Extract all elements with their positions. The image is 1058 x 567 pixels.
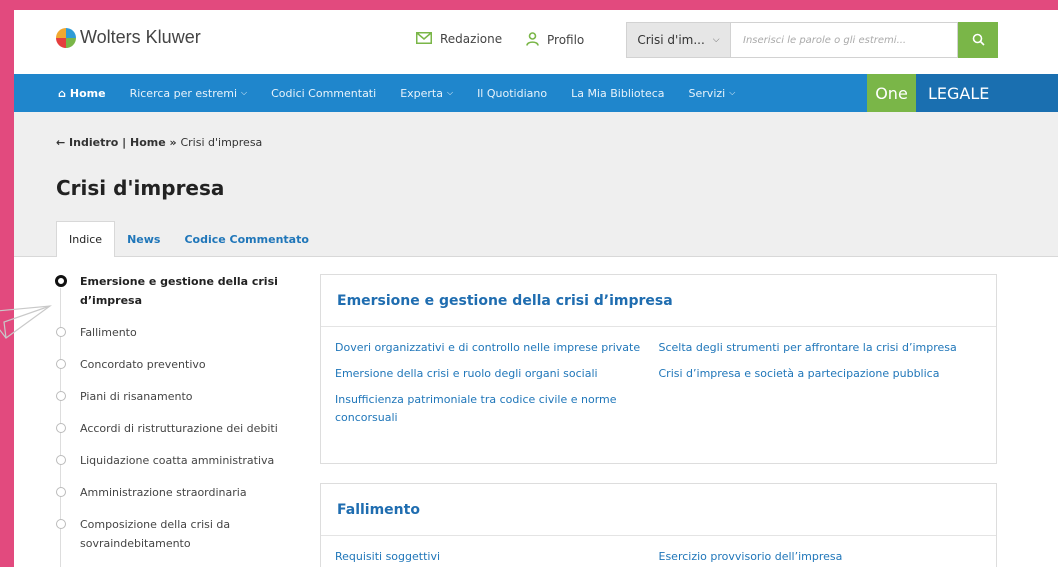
breadcrumb-current: Crisi d'impresa xyxy=(180,136,263,149)
chevron-down-icon: ⌵ xyxy=(241,88,248,97)
breadcrumb-separator: | xyxy=(118,136,131,149)
nav-item-label: Home xyxy=(69,86,106,100)
bullet-icon xyxy=(56,327,66,337)
active-bullet-icon xyxy=(55,275,67,287)
profilo-label: Profilo xyxy=(547,33,585,47)
profilo-link[interactable]: Profilo xyxy=(526,32,584,48)
tab-bar: Indice News Codice Commentato xyxy=(56,221,321,257)
chevron-down-icon: ⌵ xyxy=(712,35,720,45)
index-item-amministrazione[interactable]: Amministrazione straordinaria xyxy=(52,483,292,502)
search-scope-value: Crisi d'im... xyxy=(637,33,705,47)
brand-one[interactable]: One xyxy=(867,74,916,112)
nav-item-label: Codici Commentati xyxy=(271,86,377,100)
page-header-banner: ← Indietro | Home » Crisi d'impresa Cris… xyxy=(14,112,1058,257)
nav-item-biblioteca[interactable]: La Mia Biblioteca xyxy=(571,87,664,100)
index-item-emersione[interactable]: Emersione e gestione della crisi d’impre… xyxy=(52,272,292,310)
index-item-label: Amministrazione straordinaria xyxy=(80,486,247,499)
index-item-piani[interactable]: Piani di risanamento xyxy=(52,387,292,406)
section-title[interactable]: Emersione e gestione della crisi d’impre… xyxy=(321,275,996,327)
topic-link[interactable]: Requisiti soggettivi xyxy=(335,548,649,566)
logo[interactable]: Wolters Kluwer xyxy=(56,27,201,48)
index-item-label: Emersione e gestione della crisi d’impre… xyxy=(80,275,278,307)
nav-item-label: Experta xyxy=(400,86,443,100)
redazione-label: Redazione xyxy=(440,32,503,46)
index-item-label: Liquidazione coatta amministrativa xyxy=(80,454,275,467)
envelope-icon xyxy=(416,32,432,46)
bullet-icon xyxy=(56,391,66,401)
bullet-icon xyxy=(56,423,66,433)
tab-news[interactable]: News xyxy=(115,221,172,257)
nav-item-label: Il Quotidiano xyxy=(477,86,548,100)
index-item-label: Concordato preventivo xyxy=(80,358,206,371)
nav-item-experta[interactable]: Experta ⌵ xyxy=(400,87,453,100)
bullet-icon xyxy=(56,455,66,465)
chevron-down-icon: ⌵ xyxy=(729,88,736,97)
topic-link[interactable]: Scelta degli strumenti per affrontare la… xyxy=(659,339,973,357)
topic-link[interactable]: Emersione della crisi e ruolo degli orga… xyxy=(335,365,649,383)
index-item-label: Piani di risanamento xyxy=(80,390,193,403)
home-icon: ⌂ xyxy=(58,86,66,100)
nav-item-label: Ricerca per estremi xyxy=(129,86,238,100)
nav-item-servizi[interactable]: Servizi ⌵ xyxy=(689,87,736,100)
nav-item-quotidiano[interactable]: Il Quotidiano xyxy=(477,87,547,100)
section-card-fallimento: Fallimento Requisiti soggettivi Esercizi… xyxy=(320,483,997,567)
section-card-emersione: Emersione e gestione della crisi d’impre… xyxy=(320,274,997,464)
back-link[interactable]: ← Indietro xyxy=(56,136,118,149)
section-column-left: Doveri organizzativi e di controllo nell… xyxy=(335,339,659,435)
section-title[interactable]: Fallimento xyxy=(321,484,996,536)
nav-item-codici[interactable]: Codici Commentati xyxy=(271,87,376,100)
nav-item-home[interactable]: ⌂ Home xyxy=(58,87,106,100)
nav-item-label: La Mia Biblioteca xyxy=(571,86,665,100)
search-input[interactable] xyxy=(731,22,958,58)
index-item-label: Accordi di ristrutturazione dei debiti xyxy=(80,422,278,435)
globe-logo-icon xyxy=(56,27,76,48)
bullet-icon xyxy=(56,359,66,369)
index-list: Emersione e gestione della crisi d’impre… xyxy=(52,272,292,566)
chevron-down-icon: ⌵ xyxy=(446,88,454,97)
tab-indice[interactable]: Indice xyxy=(56,221,116,257)
brand-legale[interactable]: LEGALE xyxy=(916,74,1058,112)
user-icon xyxy=(526,32,539,48)
index-item-concordato[interactable]: Concordato preventivo xyxy=(52,355,292,374)
index-item-liquidazione[interactable]: Liquidazione coatta amministrativa xyxy=(52,451,292,470)
section-column-right: Scelta degli strumenti per affrontare la… xyxy=(659,339,983,435)
search-icon xyxy=(972,31,985,50)
tab-codice-commentato[interactable]: Codice Commentato xyxy=(172,221,320,257)
topic-link[interactable]: Insufficienza patrimoniale tra codice ci… xyxy=(335,391,649,427)
bullet-icon xyxy=(56,519,66,529)
topic-link[interactable]: Crisi d’impresa e società a partecipazio… xyxy=(659,365,973,383)
logo-text: Wolters Kluwer xyxy=(80,27,201,47)
top-header: Wolters Kluwer Redazione Profilo Crisi d… xyxy=(14,10,1058,74)
index-item-label: Composizione della crisi da sovraindebit… xyxy=(80,518,231,550)
breadcrumb: ← Indietro | Home » Crisi d'impresa xyxy=(56,136,262,149)
search-button[interactable] xyxy=(958,22,998,58)
search-scope-select[interactable]: Crisi d'im... ⌵ xyxy=(626,22,731,58)
section-column-left: Requisiti soggettivi xyxy=(335,548,659,567)
breadcrumb-arrow: » xyxy=(165,136,181,149)
page-title: Crisi d'impresa xyxy=(56,176,225,200)
page: Wolters Kluwer Redazione Profilo Crisi d… xyxy=(14,10,1058,567)
index-item-accordi[interactable]: Accordi di ristrutturazione dei debiti xyxy=(52,419,292,438)
nav-item-label: Servizi xyxy=(688,86,726,100)
main-nav: ⌂ Home Ricerca per estremi ⌵ Codici Comm… xyxy=(14,74,1058,112)
section-column-right: Esercizio provvisorio dell’impresa xyxy=(659,548,983,567)
breadcrumb-home[interactable]: Home xyxy=(130,136,166,149)
nav-item-ricerca[interactable]: Ricerca per estremi ⌵ xyxy=(130,87,248,100)
paper-plane-icon xyxy=(0,292,53,346)
redazione-link[interactable]: Redazione xyxy=(416,32,502,46)
index-item-label: Fallimento xyxy=(80,326,137,339)
topic-link[interactable]: Esercizio provvisorio dell’impresa xyxy=(659,548,973,566)
bullet-icon xyxy=(56,487,66,497)
index-item-composizione[interactable]: Composizione della crisi da sovraindebit… xyxy=(52,515,292,553)
topic-link[interactable]: Doveri organizzativi e di controllo nell… xyxy=(335,339,649,357)
index-item-fallimento[interactable]: Fallimento xyxy=(52,323,292,342)
